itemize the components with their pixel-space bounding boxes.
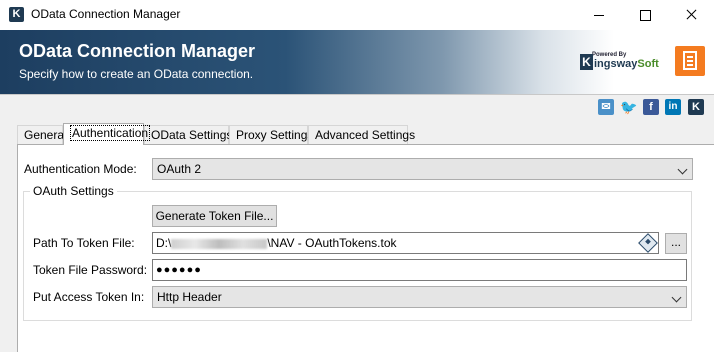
app-icon: K	[9, 7, 24, 22]
password-label: Token File Password:	[33, 263, 148, 277]
generate-token-file-button[interactable]: Generate Token File...	[152, 205, 277, 227]
linkedin-icon[interactable]: in	[665, 99, 681, 115]
email-icon[interactable]: ✉	[598, 99, 614, 115]
tab-general[interactable]: General	[17, 125, 67, 144]
minimize-button[interactable]	[576, 0, 622, 30]
token-password-input[interactable]: ●●●●●●	[152, 259, 687, 281]
kingsway-brand-text: ingswaySoft	[594, 58, 659, 70]
close-button[interactable]	[668, 0, 714, 30]
banner-divider	[0, 94, 714, 95]
tab-odata-settings[interactable]: OData Settings	[144, 125, 233, 144]
chevron-down-icon	[671, 292, 682, 303]
tab-label: General	[24, 128, 67, 142]
chevron-down-icon	[677, 164, 688, 175]
brand-soft: Soft	[637, 58, 659, 70]
tab-label: Authentication	[70, 125, 151, 141]
token-path-suffix: \NAV - OAuthTokens.tok	[267, 236, 397, 250]
header-banner: OData Connection Manager Specify how to …	[0, 30, 714, 94]
token-path-input[interactable]: D:\ \NAV - OAuthTokens.tok	[152, 232, 659, 254]
access-token-select[interactable]: Http Header	[152, 286, 687, 308]
kingsway-icon[interactable]: K	[688, 99, 704, 115]
tab-advanced-settings[interactable]: Advanced Settings	[308, 125, 415, 144]
tab-label: OData Settings	[151, 128, 233, 142]
token-path-prefix: D:\	[156, 236, 172, 250]
window-title: OData Connection Manager	[31, 7, 181, 21]
auth-mode-select[interactable]: OAuth 2	[152, 158, 693, 180]
maximize-button[interactable]	[622, 0, 668, 30]
kingsway-k-mark: K	[580, 54, 593, 70]
token-path-label: Path To Token File:	[33, 236, 135, 250]
tab-proxy-settings[interactable]: Proxy Settings	[229, 125, 313, 144]
facebook-icon[interactable]: f	[643, 99, 659, 115]
redacted-path	[171, 238, 268, 249]
tab-label: Advanced Settings	[315, 128, 416, 142]
access-token-label: Put Access Token In:	[33, 290, 145, 304]
menu-icon[interactable]	[675, 46, 705, 76]
oauth-group-title: OAuth Settings	[30, 184, 117, 198]
tab-authentication[interactable]: Authentication	[63, 123, 151, 145]
banner-title: OData Connection Manager	[19, 41, 256, 61]
title-bar: K OData Connection Manager	[0, 0, 714, 30]
auth-mode-label: Authentication Mode:	[24, 162, 137, 176]
brand-main: ingsway	[594, 58, 638, 70]
browse-button[interactable]: ...	[665, 233, 687, 254]
access-token-value: Http Header	[157, 290, 222, 304]
twitter-icon[interactable]: 🐦	[620, 99, 637, 115]
tab-label: Proxy Settings	[236, 128, 314, 142]
kingswaysoft-logo: Powered By K ingswaySoft	[580, 52, 666, 76]
banner-subtitle: Specify how to create an OData connectio…	[19, 67, 254, 81]
auth-mode-value: OAuth 2	[157, 162, 202, 176]
